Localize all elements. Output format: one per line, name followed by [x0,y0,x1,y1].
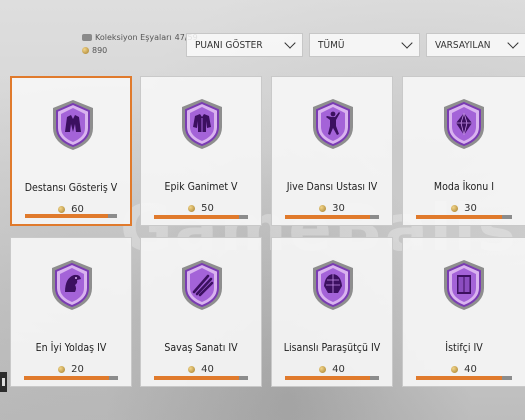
card-points: 20 [11,364,131,375]
card-moda-ikonu[interactable]: Moda İkonu I 30 [402,76,525,226]
chevron-down-icon [507,37,519,49]
points-value: 40 [464,364,477,375]
card-en-iyi-yoldas[interactable]: En İyi Yoldaş IV 20 [10,237,132,387]
coin-icon [451,205,459,212]
progress-bar [154,376,248,380]
sort-dropdown[interactable]: VARSAYILAN [426,33,525,57]
points-value: 30 [464,203,477,214]
card-savas-sanati[interactable]: Savaş Sanatı IV 40 [140,237,262,387]
progress-bar [25,214,117,218]
category-dropdown[interactable]: TÜMÜ [309,33,420,57]
coin-icon [319,366,327,373]
coin-icon [319,205,327,212]
progress-fill [25,214,108,218]
category-label: TÜMÜ [318,39,345,51]
badge-diamond-icon [444,99,484,149]
badge-dancer-icon [313,99,353,149]
badge-parachute-icon [313,260,353,310]
progress-bar [285,215,379,219]
coin-icon [188,366,196,373]
progress-fill [416,376,503,380]
card-points: 40 [141,364,261,375]
points-value: 40 [332,364,345,375]
badge-locker-icon [444,260,484,310]
collection-icon [82,34,92,41]
progress-bar [154,215,248,219]
total-points-value: 890 [92,46,108,55]
chevron-down-icon [401,37,413,49]
card-name: İstifçi IV [445,342,483,354]
collection-label: Koleksiyon Eşyaları [95,33,172,42]
card-name: Destansı Gösteriş V [24,182,118,194]
progress-bar [416,215,512,219]
progress-fill [154,215,239,219]
show-points-dropdown[interactable]: PUANI GÖSTER [186,33,303,57]
points-value: 50 [201,203,214,214]
coin-icon [58,366,66,373]
progress-fill [285,376,370,380]
badge-eagle-icon [52,260,92,310]
card-points: 30 [403,203,525,214]
card-name: Savaş Sanatı IV [164,342,238,354]
card-epik-ganimet[interactable]: Epik Ganimet V 50 [140,76,262,226]
card-points: 30 [272,203,392,214]
badge-tracksuit-icon [182,99,222,149]
card-istifci[interactable]: İstifçi IV 40 [402,237,525,387]
total-points: 890 [82,46,107,55]
card-lisansli-parasutcu[interactable]: Lisanslı Paraşütçü IV 40 [271,237,393,387]
coin-icon [58,206,66,213]
progress-fill [154,376,239,380]
progress-fill [416,215,503,219]
badge-claw-icon [182,260,222,310]
progress-fill [285,215,370,219]
card-destansi-gosteris[interactable]: Destansı Gösteriş V 60 [10,76,132,226]
card-name: Jive Dansı Ustası IV [286,181,378,193]
card-points: 50 [141,203,261,214]
card-points: 40 [272,364,392,375]
card-name: Lisanslı Paraşütçü IV [283,342,381,354]
card-points: 40 [403,364,525,375]
progress-fill [24,376,109,380]
badge-jacket-icon [53,100,93,150]
coin-icon [451,366,459,373]
sort-label: VARSAYILAN [435,39,491,51]
points-value: 30 [332,203,345,214]
coin-icon [188,205,196,212]
collection-counter: Koleksiyon Eşyaları 47/59 [82,33,198,42]
top-bar: Koleksiyon Eşyaları 47/59 890 PUANI GÖST… [0,0,525,70]
points-value: 40 [201,364,214,375]
chevron-down-icon [284,37,296,49]
progress-bar [416,376,512,380]
progress-bar [24,376,118,380]
card-name: Moda İkonu I [433,181,495,193]
show-points-label: PUANI GÖSTER [195,39,263,51]
card-jive-dansi[interactable]: Jive Dansı Ustası IV 30 [271,76,393,226]
card-name: Epik Ganimet V [164,181,238,193]
progress-bar [285,376,379,380]
coin-icon [82,47,89,54]
card-name: En İyi Yoldaş IV [35,342,107,354]
side-expand-handle[interactable] [0,372,7,392]
points-value: 20 [71,364,84,375]
